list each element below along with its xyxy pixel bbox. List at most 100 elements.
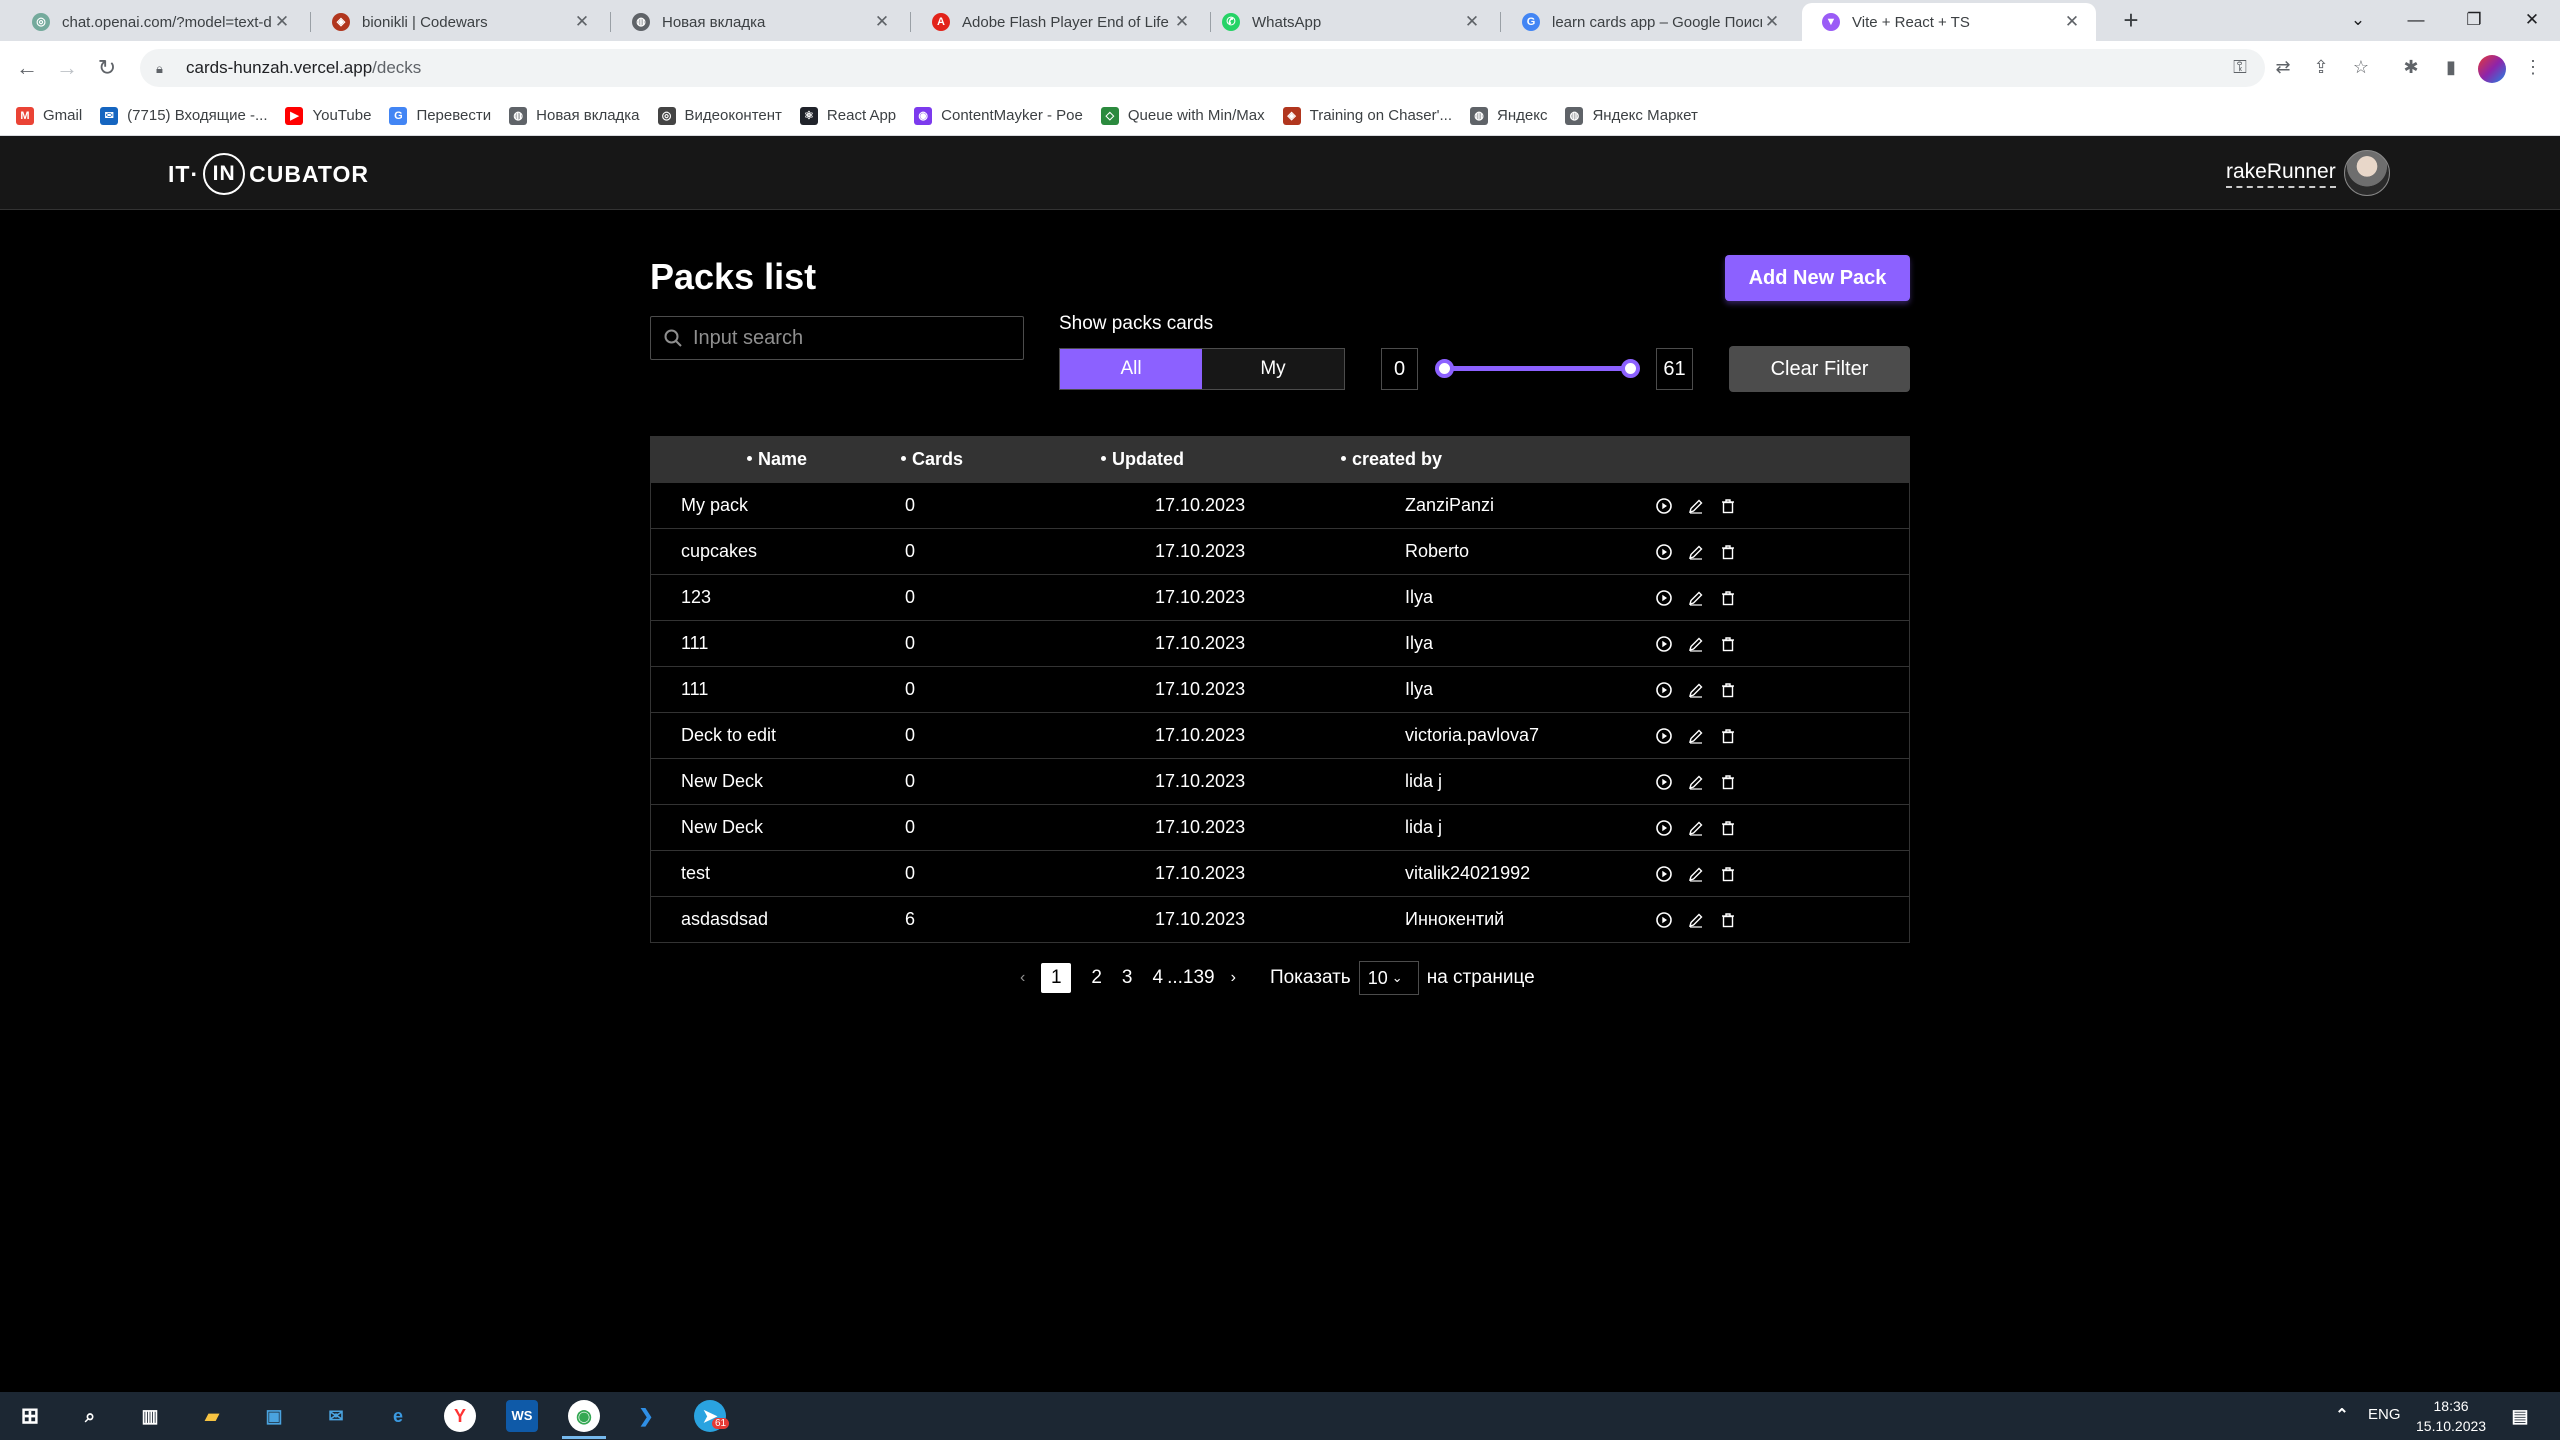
- table-row[interactable]: 111 0 17.10.2023 Ilya: [651, 620, 1909, 666]
- bookmark-item[interactable]: ✉ (7715) Входящие -...: [100, 106, 267, 125]
- tray-chevron-up-icon[interactable]: ⌃: [2326, 1400, 2358, 1432]
- clear-filter-button[interactable]: Clear Filter: [1729, 346, 1910, 392]
- vscode-icon[interactable]: ❯: [630, 1400, 662, 1432]
- forward-arrow-icon[interactable]: →: [52, 53, 82, 83]
- play-circle-icon[interactable]: [1655, 773, 1673, 791]
- trash-icon[interactable]: [1719, 681, 1737, 699]
- table-row[interactable]: cupcakes 0 17.10.2023 Roberto: [651, 528, 1909, 574]
- browser-tab[interactable]: ▼ Vite + React + TS ✕: [1802, 3, 2096, 41]
- play-circle-icon[interactable]: [1655, 635, 1673, 653]
- browser-tab[interactable]: Glearn cards app – Google Поиск ✕: [1502, 3, 1796, 41]
- bookmark-item[interactable]: ⚛ React App: [799, 106, 896, 125]
- key-icon[interactable]: ⚿: [2227, 57, 2253, 83]
- back-arrow-icon[interactable]: ←: [12, 53, 42, 83]
- chrome-icon[interactable]: ◉: [568, 1400, 600, 1432]
- edit-pencil-icon[interactable]: [1687, 865, 1705, 883]
- per-page-select[interactable]: 10 ⌄: [1358, 961, 1419, 995]
- table-row[interactable]: 111 0 17.10.2023 Ilya: [651, 666, 1909, 712]
- browser-tab[interactable]: ◍ Новая вкладка ✕: [612, 3, 906, 41]
- windows-start-icon[interactable]: ⊞: [14, 1400, 46, 1432]
- bookmark-item[interactable]: ▶ YouTube: [285, 106, 371, 125]
- tab-my-packs[interactable]: My: [1202, 349, 1344, 389]
- play-circle-icon[interactable]: [1655, 727, 1673, 745]
- search-input[interactable]: [693, 326, 1013, 350]
- profile-avatar[interactable]: [2478, 55, 2506, 83]
- tab-close-icon[interactable]: ✕: [1172, 12, 1192, 32]
- trash-icon[interactable]: [1719, 727, 1737, 745]
- bookmark-item[interactable]: ◍ Новая вкладка: [509, 106, 640, 125]
- bookmark-item[interactable]: ◈ Training on Chaser'...: [1282, 106, 1452, 125]
- edge-icon[interactable]: e: [382, 1400, 414, 1432]
- close-window-button[interactable]: ✕: [2512, 6, 2552, 34]
- trash-icon[interactable]: [1719, 773, 1737, 791]
- tab-all-packs[interactable]: All: [1060, 349, 1202, 389]
- range-max-thumb[interactable]: [1621, 359, 1640, 378]
- store-icon[interactable]: ▣: [258, 1400, 290, 1432]
- play-circle-icon[interactable]: [1655, 497, 1673, 515]
- browser-tab[interactable]: ✆ WhatsApp ✕: [1202, 3, 1496, 41]
- edit-pencil-icon[interactable]: [1687, 635, 1705, 653]
- tab-close-icon[interactable]: ✕: [872, 12, 892, 32]
- page-4-button[interactable]: 4: [1152, 967, 1163, 989]
- address-bar[interactable]: 🔒︎ cards-hunzah.vercel.app/decks: [140, 49, 2265, 87]
- share-icon[interactable]: ⇪: [2308, 57, 2334, 83]
- bookmark-star-icon[interactable]: ☆: [2348, 57, 2374, 83]
- trash-icon[interactable]: [1719, 543, 1737, 561]
- trash-icon[interactable]: [1719, 497, 1737, 515]
- tab-close-icon[interactable]: ✕: [272, 12, 292, 32]
- trash-icon[interactable]: [1719, 635, 1737, 653]
- edit-pencil-icon[interactable]: [1687, 911, 1705, 929]
- file-explorer-icon[interactable]: ▰: [196, 1400, 228, 1432]
- user-avatar[interactable]: [2344, 150, 2390, 196]
- play-circle-icon[interactable]: [1655, 681, 1673, 699]
- clock[interactable]: 18:36 15.10.2023: [2416, 1396, 2486, 1436]
- new-tab-button[interactable]: +: [2116, 6, 2146, 36]
- yandex-browser-icon[interactable]: Y: [444, 1400, 476, 1432]
- cards-range-slider-track[interactable]: [1444, 366, 1630, 371]
- edit-pencil-icon[interactable]: [1687, 681, 1705, 699]
- tab-close-icon[interactable]: ✕: [1762, 12, 1782, 32]
- reload-icon[interactable]: ↻: [92, 53, 122, 83]
- bookmark-item[interactable]: ◍ Яндекс Маркет: [1565, 106, 1698, 125]
- next-page-chevron-icon[interactable]: ›: [1231, 969, 1236, 987]
- bookmark-item[interactable]: ◍ Яндекс: [1470, 106, 1547, 125]
- play-circle-icon[interactable]: [1655, 819, 1673, 837]
- range-min-thumb[interactable]: [1435, 359, 1454, 378]
- trash-icon[interactable]: [1719, 589, 1737, 607]
- browser-menu-icon[interactable]: ⋮: [2520, 57, 2546, 83]
- notifications-icon[interactable]: ▤: [2504, 1400, 2536, 1432]
- play-circle-icon[interactable]: [1655, 865, 1673, 883]
- tab-close-icon[interactable]: ✕: [572, 12, 592, 32]
- prev-page-chevron-icon[interactable]: ‹: [1020, 969, 1025, 987]
- bookmark-item[interactable]: ◇ Queue with Min/Max: [1100, 106, 1265, 125]
- bookmark-item[interactable]: G Перевести: [389, 106, 491, 125]
- browser-tab[interactable]: ◈ bionikli | Codewars ✕: [312, 3, 606, 41]
- bookmark-item[interactable]: ◉ ContentMayker - Poe: [914, 106, 1083, 125]
- browser-tab[interactable]: ◎ chat.openai.com/?model=text-d ✕: [12, 3, 306, 41]
- search-field[interactable]: [650, 316, 1024, 360]
- column-header-updated[interactable]: Updated: [1101, 449, 1341, 470]
- column-header-name[interactable]: Name: [651, 449, 901, 470]
- trash-icon[interactable]: [1719, 911, 1737, 929]
- search-icon[interactable]: ⌕: [74, 1400, 106, 1432]
- webstorm-icon[interactable]: WS: [506, 1400, 538, 1432]
- play-circle-icon[interactable]: [1655, 543, 1673, 561]
- table-row[interactable]: asdasdsad 6 17.10.2023 Иннокентий: [651, 896, 1909, 942]
- keyboard-language[interactable]: ENG: [2368, 1406, 2401, 1423]
- extensions-icon[interactable]: ✱: [2398, 57, 2424, 83]
- tab-close-icon[interactable]: ✕: [1462, 12, 1482, 32]
- table-row[interactable]: New Deck 0 17.10.2023 lida j: [651, 758, 1909, 804]
- browser-tab[interactable]: A Adobe Flash Player End of Life ✕: [912, 3, 1206, 41]
- edit-pencil-icon[interactable]: [1687, 589, 1705, 607]
- bookmark-item[interactable]: ◎ Видеоконтент: [657, 106, 782, 125]
- tab-search-chevron-icon[interactable]: ⌄: [2338, 6, 2378, 34]
- trash-icon[interactable]: [1719, 819, 1737, 837]
- username-link[interactable]: rakeRunner: [2226, 160, 2336, 188]
- side-panel-icon[interactable]: ▮: [2438, 57, 2464, 83]
- trash-icon[interactable]: [1719, 865, 1737, 883]
- edit-pencil-icon[interactable]: [1687, 819, 1705, 837]
- play-circle-icon[interactable]: [1655, 911, 1673, 929]
- column-header-created-by[interactable]: created by: [1341, 449, 1541, 470]
- edit-pencil-icon[interactable]: [1687, 727, 1705, 745]
- table-row[interactable]: New Deck 0 17.10.2023 lida j: [651, 804, 1909, 850]
